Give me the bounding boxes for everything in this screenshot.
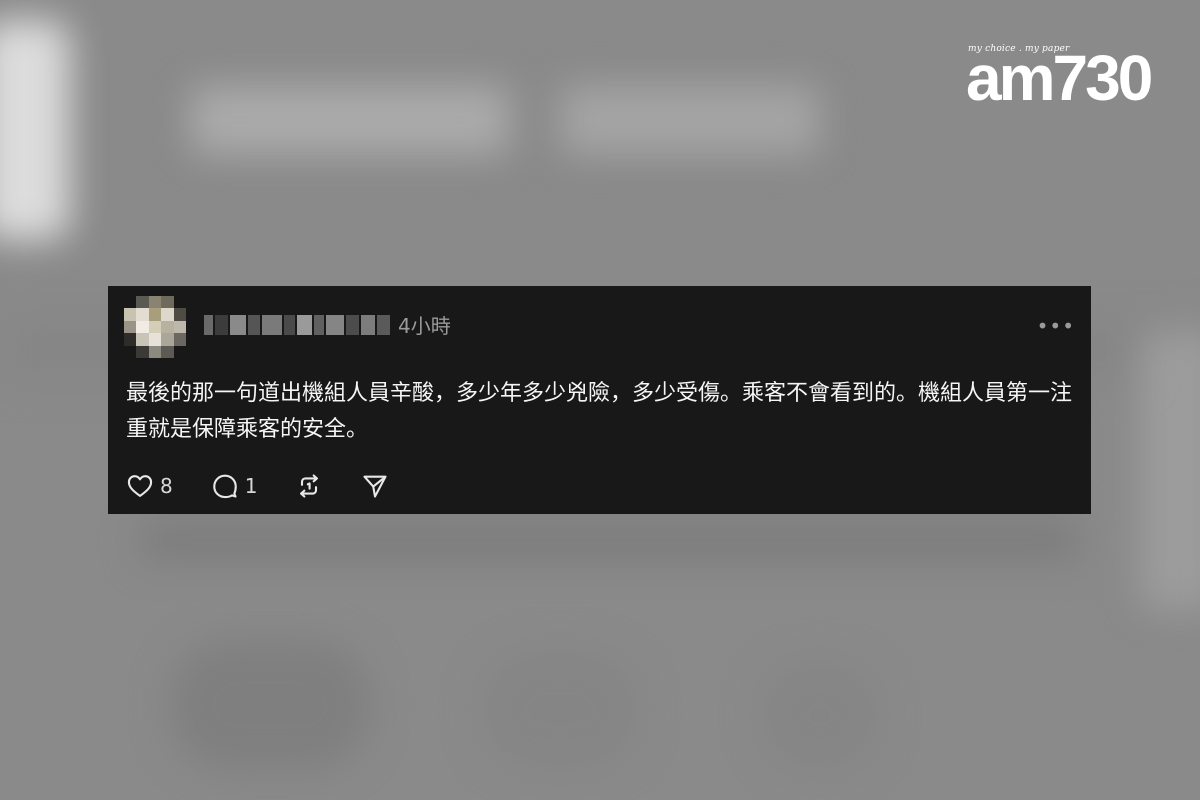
post-card: 4小時 ••• 最後的那一句道出機組人員辛酸，多少年多少兇險，多少受傷。乘客不會…	[108, 286, 1091, 514]
reply-button[interactable]: 1	[211, 472, 258, 500]
comment-icon	[212, 474, 237, 499]
logo-tagline: my choice . my paper	[968, 44, 1070, 54]
like-count: 8	[160, 474, 173, 498]
am730-logo: am730 my choice . my paper	[966, 38, 1156, 114]
reply-count: 1	[244, 474, 258, 498]
logo-brand: am730	[966, 42, 1153, 114]
repost-icon	[300, 474, 319, 498]
send-icon	[363, 475, 388, 498]
more-horizontal-icon[interactable]: •••	[1037, 316, 1075, 336]
post-text: 最後的那一句道出機組人員辛酸，多少年多少兇險，多少受傷。乘客不會看到的。機組人員…	[126, 381, 1073, 442]
repost-button[interactable]	[295, 472, 323, 500]
heart-icon	[127, 475, 153, 497]
like-button[interactable]: 8	[126, 472, 173, 500]
action-bar: 8 1	[126, 470, 427, 502]
avatar[interactable]	[124, 296, 186, 358]
username-obscured[interactable]	[204, 315, 390, 335]
share-button[interactable]	[361, 472, 389, 500]
post-timestamp: 4小時	[398, 314, 451, 338]
